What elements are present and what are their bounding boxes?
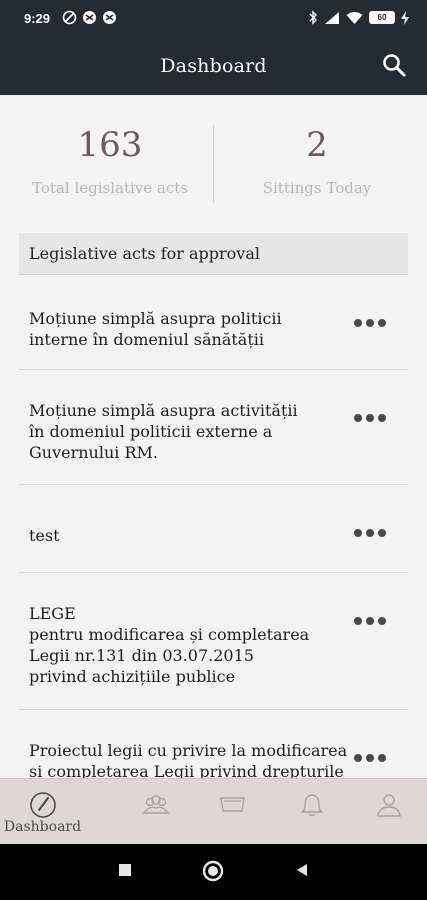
gauge-icon xyxy=(30,792,56,818)
nav-label-dashboard: Dashboard xyxy=(3,819,82,835)
app-notification-icon-2 xyxy=(103,11,116,24)
list-item[interactable]: test xyxy=(19,485,408,573)
page-title: Dashboard xyxy=(160,55,267,77)
act-title: LEGE pentru modificarea și completarea L… xyxy=(29,604,310,686)
more-options-icon[interactable] xyxy=(354,753,386,763)
signal-icon xyxy=(325,11,339,24)
search-icon[interactable] xyxy=(381,52,407,78)
section-header: Legislative acts for approval xyxy=(19,233,408,275)
wifi-icon xyxy=(346,11,363,24)
nav-item-people[interactable] xyxy=(113,779,198,845)
recents-icon[interactable] xyxy=(117,862,133,878)
system-icons: 60 xyxy=(308,10,409,25)
total-acts-label: Total legislative acts xyxy=(32,179,188,197)
stats-divider xyxy=(213,125,214,203)
total-acts-value: 163 xyxy=(77,125,143,165)
dashboard-content: 163 Total legislative acts 2 Sittings To… xyxy=(0,95,427,778)
people-icon xyxy=(142,795,170,814)
system-nav-bar xyxy=(0,844,427,900)
stats-panel: 163 Total legislative acts 2 Sittings To… xyxy=(0,95,427,220)
bluetooth-icon xyxy=(309,10,317,25)
charging-icon xyxy=(401,10,409,25)
nav-item-notifications[interactable] xyxy=(269,779,354,845)
bell-icon xyxy=(300,794,324,817)
home-icon[interactable] xyxy=(202,860,224,882)
nav-item-dashboard[interactable]: Dashboard xyxy=(0,779,85,845)
app-notification-icon xyxy=(83,11,96,24)
more-options-icon[interactable] xyxy=(354,318,386,328)
sittings-value: 2 xyxy=(306,125,328,165)
more-options-icon[interactable] xyxy=(354,528,386,538)
bottom-nav: Dashboard xyxy=(0,778,427,844)
documents-icon xyxy=(220,797,245,812)
nav-item-documents[interactable] xyxy=(190,779,275,845)
status-time: 9:29 xyxy=(24,11,51,26)
list-item[interactable]: Proiectul legii cu privire la modificare… xyxy=(19,710,408,778)
missed-call-icon xyxy=(62,10,77,25)
list-item[interactable]: Moțiune simplă asupra politicii interne … xyxy=(19,275,408,370)
battery-icon: 60 xyxy=(369,11,395,24)
list-item[interactable]: LEGE pentru modificarea și completarea L… xyxy=(19,573,408,710)
act-title: Moțiune simplă asupra politicii interne … xyxy=(29,309,282,349)
act-title: test xyxy=(29,526,60,545)
sittings-stat[interactable]: 2 Sittings Today xyxy=(222,125,412,197)
person-icon xyxy=(377,794,401,817)
more-options-icon[interactable] xyxy=(354,413,386,423)
nav-item-profile[interactable] xyxy=(346,779,427,845)
app-bar: Dashboard xyxy=(0,38,427,95)
total-acts-stat[interactable]: 163 Total legislative acts xyxy=(15,125,205,197)
act-title: Moțiune simplă asupra activității în dom… xyxy=(29,401,298,462)
status-bar: 9:29 60 xyxy=(0,0,427,38)
act-title: Proiectul legii cu privire la modificare… xyxy=(29,741,348,778)
more-options-icon[interactable] xyxy=(354,616,386,626)
back-icon[interactable] xyxy=(294,862,310,878)
list-item[interactable]: Moțiune simplă asupra activității în dom… xyxy=(19,370,408,485)
notification-icons xyxy=(62,10,117,25)
sittings-label: Sittings Today xyxy=(262,179,372,197)
